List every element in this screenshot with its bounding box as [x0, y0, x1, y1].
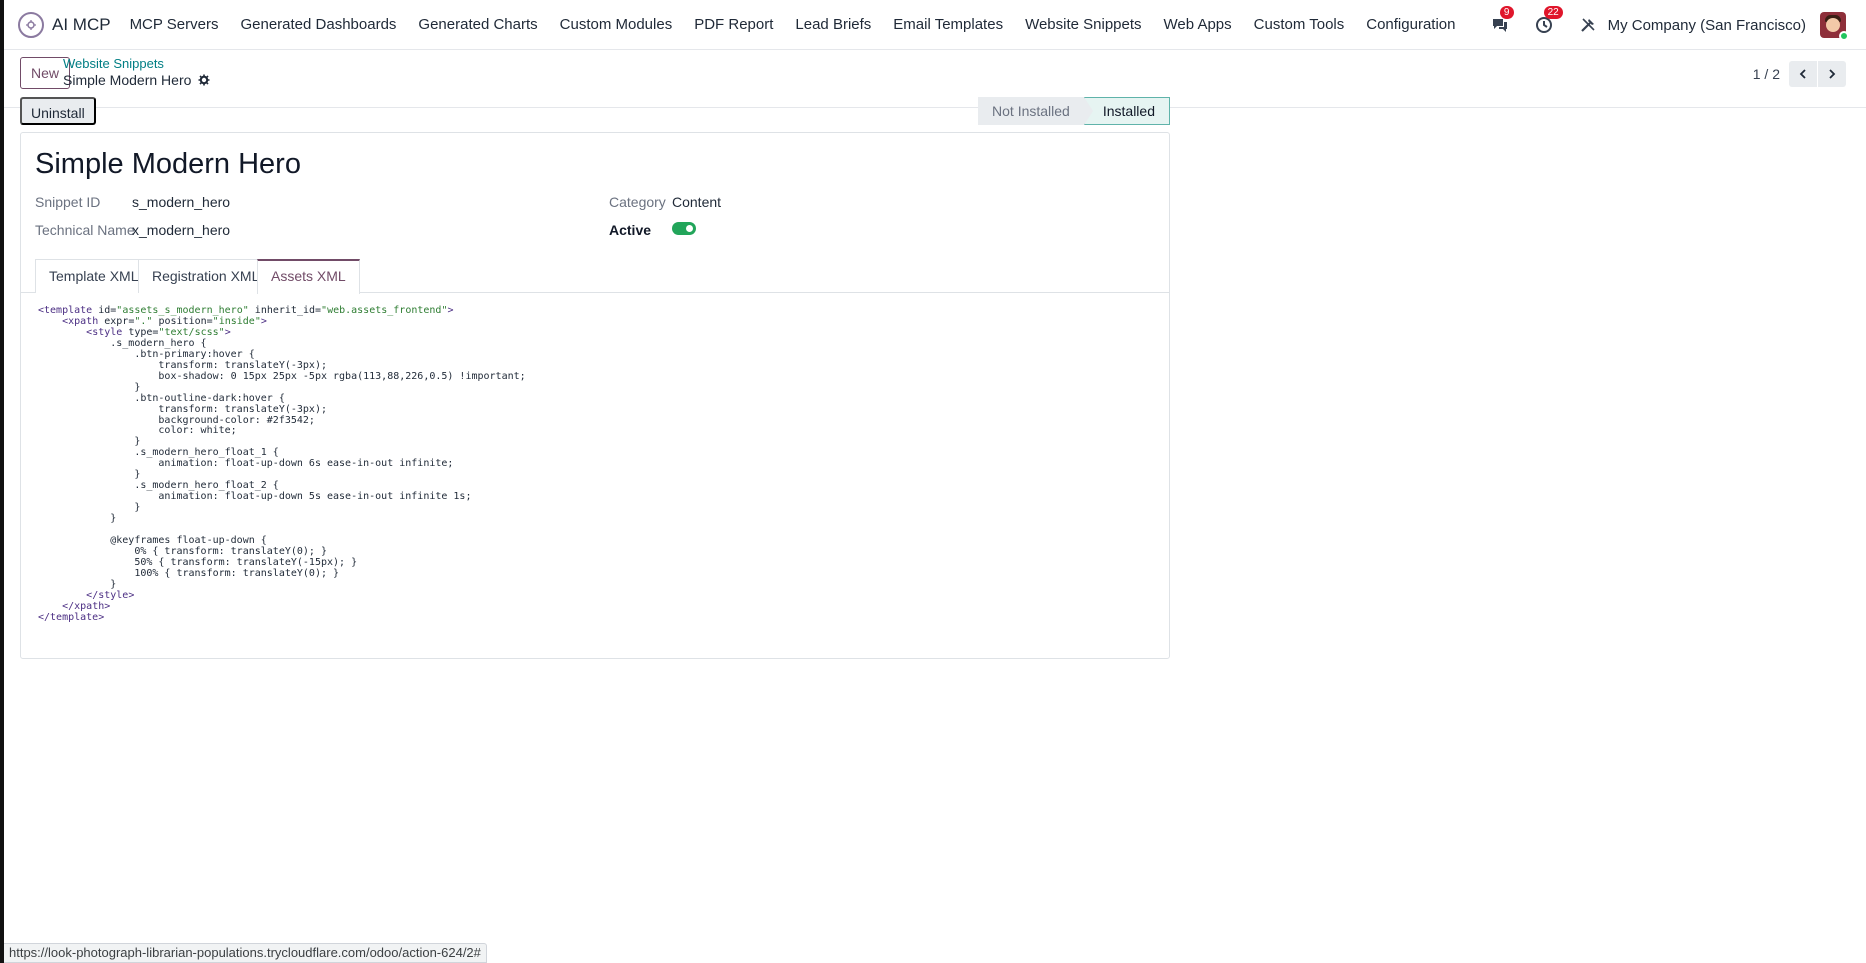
- pager-value[interactable]: 1 / 2: [1753, 66, 1780, 82]
- chevron-left-icon: [1799, 69, 1806, 79]
- menu-generated-charts[interactable]: Generated Charts: [407, 0, 548, 50]
- menu-generated-dashboards[interactable]: Generated Dashboards: [229, 0, 407, 50]
- code-line: animation: float-up-down 6s ease-in-out …: [38, 458, 454, 470]
- code-line: }: [38, 578, 117, 590]
- code-xpath-open: <xpath: [62, 315, 99, 327]
- code-line: transform: translateY(-3px);: [38, 359, 327, 371]
- menu-lead-briefs[interactable]: Lead Briefs: [784, 0, 882, 50]
- snippet-id-label: Snippet ID: [35, 194, 101, 210]
- record-breadcrumb-title: Simple Modern Hero: [63, 71, 210, 89]
- menu-email-templates[interactable]: Email Templates: [882, 0, 1014, 50]
- debug-tools-button[interactable]: [1578, 15, 1598, 35]
- app-name: AI MCP: [52, 14, 111, 34]
- snippet-id-field[interactable]: s_modern_hero: [132, 193, 230, 211]
- navbar-systray: 9 22 My Company (San Francisco): [1466, 0, 1849, 50]
- online-status-dot: [1839, 31, 1849, 41]
- user-avatar[interactable]: [1820, 12, 1849, 41]
- record-title[interactable]: Simple Modern Hero: [35, 147, 301, 181]
- code-line: transform: translateY(-3px);: [38, 403, 327, 415]
- menu-mcp-servers[interactable]: MCP Servers: [119, 0, 230, 50]
- menu-web-apps[interactable]: Web Apps: [1153, 0, 1243, 50]
- code-line: @keyframes float-up-down {: [38, 535, 267, 547]
- code-line: 50% { transform: translateY(-15px); }: [38, 556, 358, 568]
- code-line: }: [38, 502, 141, 514]
- activities-badge: 22: [1543, 6, 1563, 19]
- menu-configuration[interactable]: Configuration: [1355, 0, 1466, 50]
- code-template-close: </template>: [38, 611, 105, 623]
- code-line: .s_modern_hero {: [38, 337, 207, 349]
- code-line: 0% { transform: translateY(0); }: [38, 545, 327, 557]
- uninstall-button[interactable]: Uninstall: [20, 97, 96, 125]
- code-style-close: </style>: [86, 589, 135, 601]
- code-xpath-close: </xpath>: [62, 600, 111, 612]
- messages-button[interactable]: 9: [1490, 6, 1514, 35]
- code-template-id: "assets_s_modern_hero": [116, 305, 249, 316]
- menu-custom-tools[interactable]: Custom Tools: [1243, 0, 1356, 50]
- code-line: animation: float-up-down 5s ease-in-out …: [38, 491, 472, 503]
- code-line: .btn-primary:hover {: [38, 348, 255, 360]
- gear-icon[interactable]: [198, 74, 210, 86]
- menu-website-snippets[interactable]: Website Snippets: [1014, 0, 1152, 50]
- code-inherit-id: "web.assets_frontend": [321, 305, 448, 316]
- stage-not-installed[interactable]: Not Installed: [978, 97, 1084, 125]
- code-css-body: .s_modern_hero { .btn-primary:hover { tr…: [38, 337, 526, 590]
- code-line: }: [38, 469, 141, 481]
- tab-registration-xml[interactable]: Registration XML: [138, 259, 274, 293]
- notebook-tabs: Template XML Registration XML Assets XML: [21, 259, 1169, 294]
- form-sheet: Simple Modern Hero Snippet ID s_modern_h…: [20, 132, 1170, 659]
- activities-button[interactable]: 22: [1534, 6, 1563, 35]
- menu-custom-modules[interactable]: Custom Modules: [549, 0, 684, 50]
- code-line: }: [38, 436, 141, 448]
- code-line: .s_modern_hero_float_1 {: [38, 447, 279, 459]
- top-navbar: AI MCP MCP Servers Generated Dashboards …: [4, 0, 1866, 50]
- code-style-open: <style: [86, 326, 123, 338]
- company-switcher[interactable]: My Company (San Francisco): [1608, 17, 1806, 34]
- ai-mcp-logo-icon: [18, 11, 44, 38]
- pager-previous-button[interactable]: [1789, 61, 1817, 87]
- active-label: Active: [609, 222, 652, 238]
- pager-next-button[interactable]: [1818, 61, 1846, 87]
- tab-assets-xml[interactable]: Assets XML: [257, 259, 360, 294]
- breadcrumb-website-snippets[interactable]: Website Snippets: [63, 56, 164, 72]
- code-template-open: <template: [38, 305, 93, 316]
- code-line: }: [38, 381, 141, 393]
- menu-pdf-report[interactable]: PDF Report: [683, 0, 784, 50]
- technical-name-label: Technical Name: [35, 222, 135, 238]
- pager: 1 / 2: [1753, 61, 1846, 87]
- code-line: background-color: #2f3542;: [38, 414, 315, 426]
- avatar-face: [1826, 18, 1840, 32]
- app-brand[interactable]: AI MCP: [18, 11, 111, 38]
- stage-installed[interactable]: Installed: [1083, 97, 1170, 125]
- code-line: color: white;: [38, 425, 237, 437]
- tab-template-xml[interactable]: Template XML: [35, 259, 153, 293]
- code-line: box-shadow: 0 15px 25px -5px rgba(113,88…: [38, 370, 526, 382]
- category-label: Category: [609, 194, 666, 210]
- assets-xml-code-editor[interactable]: <template id="assets_s_modern_hero" inhe…: [38, 305, 526, 624]
- chevron-right-icon: [1829, 69, 1836, 79]
- state-selector: Not Installed Installed: [978, 97, 1170, 125]
- record-name: Simple Modern Hero: [63, 72, 192, 88]
- active-toggle[interactable]: [672, 222, 696, 235]
- code-line: .btn-outline-dark:hover {: [38, 392, 285, 404]
- messages-badge: 9: [1499, 6, 1514, 19]
- technical-name-field[interactable]: x_modern_hero: [132, 221, 230, 239]
- tools-icon: [1580, 18, 1595, 32]
- code-line: 100% { transform: translateY(0); }: [38, 567, 340, 579]
- form-statusbar: Uninstall Not Installed Installed: [20, 97, 1170, 125]
- code-line: }: [38, 513, 117, 525]
- code-line: .s_modern_hero_float_2 {: [38, 480, 279, 492]
- link-url-status: https://look-photograph-librarian-popula…: [4, 943, 487, 963]
- main-menu: MCP Servers Generated Dashboards Generat…: [119, 0, 1467, 50]
- category-field[interactable]: Content: [672, 193, 721, 211]
